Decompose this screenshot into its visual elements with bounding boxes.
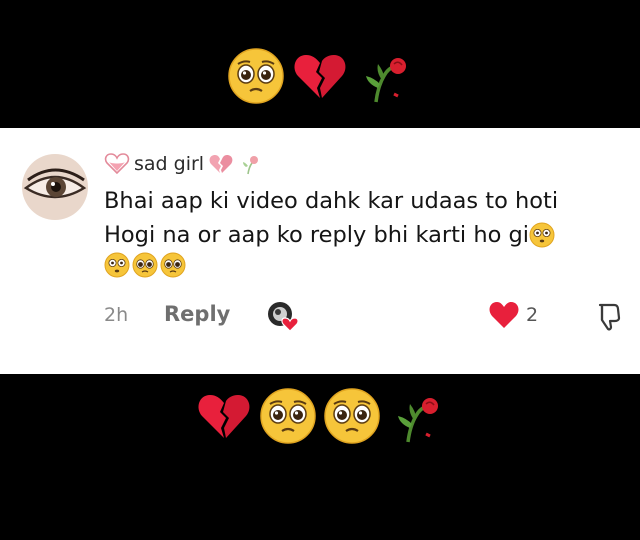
comment-emoji-line bbox=[104, 252, 624, 278]
broken-heart-icon bbox=[194, 386, 254, 446]
pleading-face-icon bbox=[132, 252, 158, 278]
reply-button[interactable]: Reply bbox=[164, 302, 230, 326]
heart-filled-icon[interactable] bbox=[488, 300, 520, 330]
header-emoji-row bbox=[0, 40, 640, 112]
pleading-face-icon bbox=[322, 386, 382, 446]
like-count: 2 bbox=[526, 304, 539, 326]
comment-line-2-text: Hogi na or aap ko reply bhi karti ho gi bbox=[104, 222, 530, 248]
flushed-face-icon bbox=[104, 252, 130, 278]
pleading-face-icon bbox=[160, 252, 186, 278]
comment-line-1: Bhai aap ki video dahk kar udaas to hoti bbox=[104, 188, 559, 214]
wilted-rose-icon bbox=[238, 153, 264, 175]
comment-actions: 2h Reply 2 bbox=[104, 298, 634, 334]
thumbs-down-icon[interactable] bbox=[594, 300, 626, 332]
creator-liked-icon bbox=[264, 298, 300, 334]
broken-heart-icon bbox=[208, 153, 234, 175]
flushed-face-icon bbox=[529, 222, 555, 248]
avatar[interactable] bbox=[22, 154, 88, 220]
pleading-face-icon bbox=[226, 46, 286, 106]
comment-line-2: Hogi na or aap ko reply bhi karti ho gi bbox=[104, 218, 624, 252]
comment-text: Bhai aap ki video dahk kar udaas to hoti… bbox=[104, 184, 624, 278]
heart-outline-icon bbox=[104, 153, 130, 175]
comment-time: 2h bbox=[104, 304, 129, 326]
wilted-rose-icon bbox=[354, 46, 414, 106]
pleading-face-icon bbox=[258, 386, 318, 446]
like-button[interactable]: 2 bbox=[488, 300, 538, 330]
broken-heart-icon bbox=[290, 46, 350, 106]
comment-header: sad girl bbox=[104, 150, 264, 178]
footer-emoji-row bbox=[0, 380, 640, 452]
wilted-rose-icon bbox=[386, 386, 446, 446]
username[interactable]: sad girl bbox=[134, 153, 204, 175]
